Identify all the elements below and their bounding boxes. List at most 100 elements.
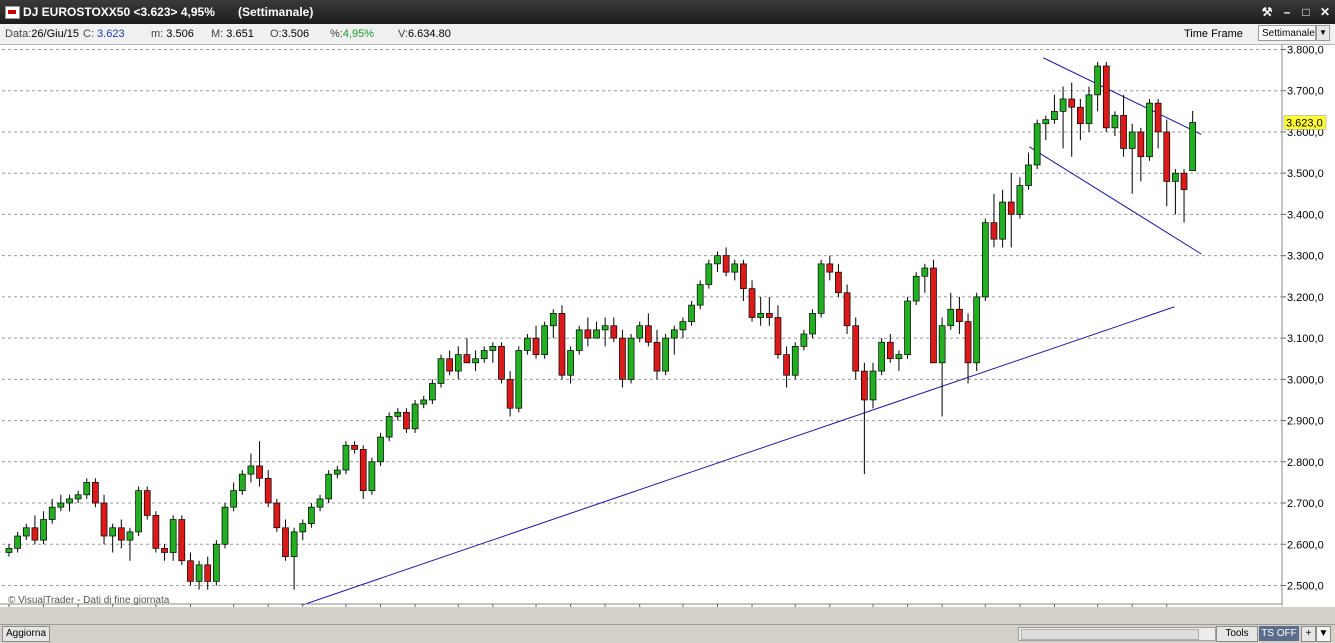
candle-body xyxy=(861,370,868,401)
candle-body xyxy=(238,473,246,492)
candle-body xyxy=(290,531,298,557)
y-tick-label: 3.000,0 xyxy=(1287,374,1324,386)
candle-body xyxy=(100,502,108,537)
candle-body xyxy=(1025,164,1032,186)
candle-body xyxy=(791,346,799,376)
candle xyxy=(290,527,298,590)
candle-body xyxy=(826,263,834,273)
candle xyxy=(126,527,134,561)
timeframe-label: Time Frame xyxy=(1184,28,1243,40)
candle-body xyxy=(930,267,937,364)
info-bar: Data:26/Giu/15 C: 3.623 m: 3.506 M: 3.65… xyxy=(0,24,1335,45)
candle-body xyxy=(981,222,989,298)
minimize-icon[interactable]: – xyxy=(1279,4,1295,20)
candle xyxy=(679,317,687,339)
candle-body xyxy=(1077,106,1084,125)
price-chart[interactable]: 2.500,0 2.600,0 2.700,0 2.800,0 2.900,0 3.000… xyxy=(0,45,1335,623)
candle xyxy=(930,259,937,364)
candle xyxy=(498,342,505,384)
candle-body xyxy=(420,399,428,405)
candle-body xyxy=(774,317,782,355)
candle xyxy=(791,342,799,380)
candle xyxy=(878,338,885,376)
candle-body xyxy=(1059,98,1067,112)
candle xyxy=(904,296,911,359)
candle xyxy=(454,346,462,380)
candle-body xyxy=(636,325,644,339)
candle-body xyxy=(524,337,531,351)
add-button[interactable]: + xyxy=(1301,626,1316,642)
candle-body xyxy=(437,358,445,384)
candle xyxy=(1163,119,1171,207)
candle xyxy=(109,523,117,553)
candle xyxy=(1016,177,1024,219)
candle-body xyxy=(1102,65,1110,129)
candle-body xyxy=(610,325,618,339)
candle xyxy=(956,296,963,334)
candle-body xyxy=(109,527,117,537)
last-price-label: 3.623,0 xyxy=(1286,117,1323,129)
candle-body xyxy=(1137,131,1145,158)
candle-body xyxy=(973,296,981,364)
scrollbar-thumb[interactable] xyxy=(1021,629,1199,640)
candle xyxy=(627,333,635,384)
candle-body xyxy=(567,350,574,376)
candle-body xyxy=(342,444,350,471)
candle xyxy=(1120,94,1127,157)
menu-icon[interactable]: ▼ xyxy=(1316,626,1331,642)
candle-body xyxy=(670,329,678,339)
candle-body xyxy=(14,535,21,549)
candle-body xyxy=(1146,102,1153,158)
candle xyxy=(169,515,177,561)
candle-body xyxy=(1042,119,1050,125)
candle-body xyxy=(895,354,903,360)
candle xyxy=(999,189,1006,248)
candle xyxy=(688,301,695,326)
candle xyxy=(264,470,272,508)
candle-body xyxy=(1128,131,1136,149)
candle xyxy=(135,486,142,537)
candle xyxy=(342,441,350,475)
candle xyxy=(722,247,730,277)
candle-body xyxy=(1085,94,1093,125)
candle-body xyxy=(645,325,652,343)
chart-area[interactable]: 2.500,0 2.600,0 2.700,0 2.800,0 2.900,0 3.000… xyxy=(0,45,1335,623)
timeframe-select[interactable]: Settimanale xyxy=(1258,25,1316,41)
close-icon[interactable]: ✕ xyxy=(1317,4,1333,20)
candle-body xyxy=(731,263,739,273)
candle xyxy=(411,399,419,433)
candle xyxy=(670,325,678,355)
maximize-icon[interactable]: □ xyxy=(1298,4,1314,20)
candle xyxy=(446,350,453,376)
candle xyxy=(748,280,756,322)
candle-body xyxy=(273,502,281,529)
chevron-down-icon[interactable]: ▼ xyxy=(1316,25,1330,41)
candle xyxy=(645,313,652,347)
candle-body xyxy=(679,321,687,331)
horizontal-scrollbar[interactable] xyxy=(1018,627,1216,641)
candle-body xyxy=(213,543,220,582)
candle-body xyxy=(351,444,358,450)
candle-body xyxy=(593,329,600,339)
candle xyxy=(817,259,825,318)
candle-body xyxy=(1163,131,1171,182)
candle-body xyxy=(282,527,289,557)
ts-off-button[interactable]: TS OFF xyxy=(1259,626,1299,641)
candle xyxy=(1102,61,1110,132)
candle-body xyxy=(783,354,790,376)
candle xyxy=(541,321,549,359)
candle xyxy=(429,379,436,405)
candle xyxy=(1051,94,1058,124)
candle-body xyxy=(843,292,851,327)
candle xyxy=(809,309,816,339)
candle-body xyxy=(601,325,609,331)
aggiorna-button[interactable]: Aggiorna xyxy=(2,626,50,642)
candle-body xyxy=(83,482,91,496)
candle xyxy=(584,317,592,347)
candle xyxy=(325,470,333,504)
tools-icon[interactable]: ⚒ xyxy=(1259,4,1275,20)
tools-button[interactable]: Tools xyxy=(1216,626,1258,642)
candle-body xyxy=(506,378,514,409)
candle xyxy=(843,284,851,334)
candle-body xyxy=(5,548,13,553)
